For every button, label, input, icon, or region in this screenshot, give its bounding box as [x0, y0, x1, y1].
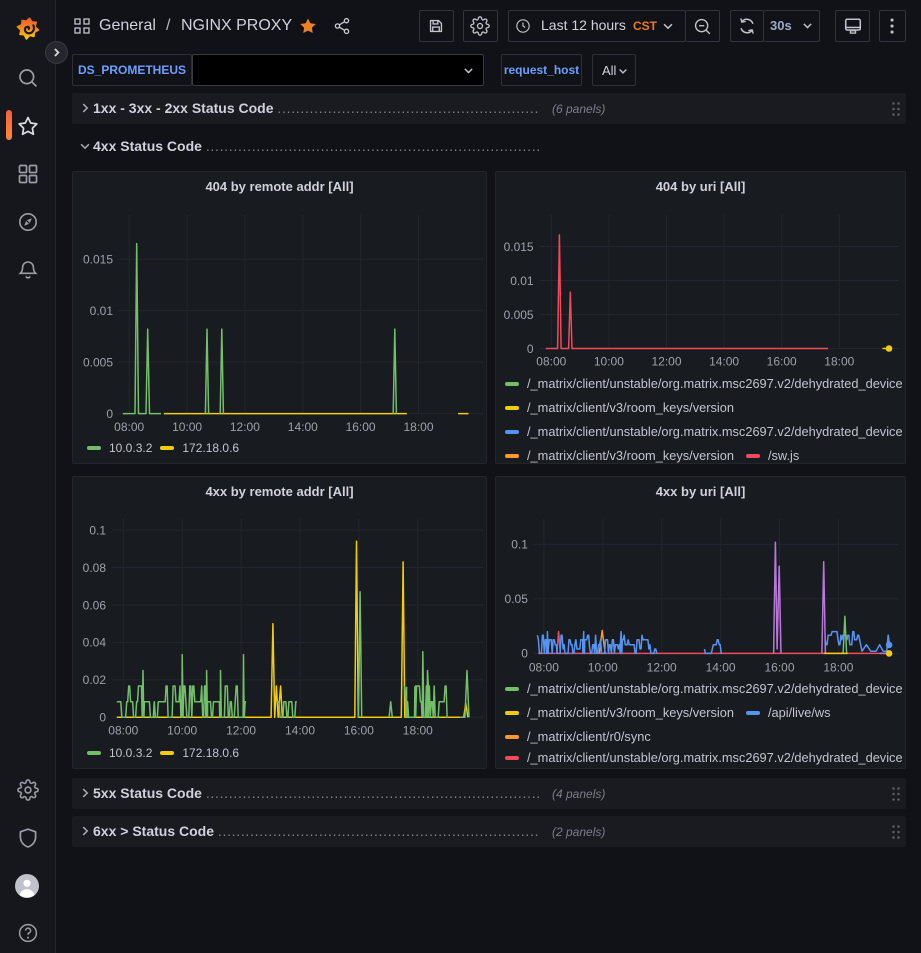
svg-text:12:00: 12:00 — [226, 723, 256, 737]
svg-text:0.04: 0.04 — [83, 636, 107, 650]
svg-text:10:00: 10:00 — [172, 420, 202, 434]
svg-text:0.005: 0.005 — [83, 355, 113, 369]
svg-text:18:00: 18:00 — [403, 723, 433, 737]
svg-text:12:00: 12:00 — [230, 420, 260, 434]
svg-text:0.06: 0.06 — [83, 598, 107, 612]
svg-text:10:00: 10:00 — [588, 660, 618, 674]
svg-text:0.08: 0.08 — [83, 561, 107, 575]
svg-text:0.1: 0.1 — [511, 538, 528, 552]
svg-text:0.005: 0.005 — [504, 308, 534, 322]
svg-text:16:00: 16:00 — [344, 723, 374, 737]
svg-text:08:00: 08:00 — [114, 420, 144, 434]
svg-text:10:00: 10:00 — [167, 723, 197, 737]
svg-text:0.05: 0.05 — [505, 592, 529, 606]
svg-text:0.01: 0.01 — [90, 304, 114, 318]
svg-text:16:00: 16:00 — [764, 660, 794, 674]
svg-text:16:00: 16:00 — [767, 354, 797, 368]
svg-text:08:00: 08:00 — [529, 660, 559, 674]
svg-text:0.02: 0.02 — [83, 673, 107, 687]
svg-text:18:00: 18:00 — [823, 660, 853, 674]
svg-text:18:00: 18:00 — [403, 420, 433, 434]
svg-text:14:00: 14:00 — [285, 723, 315, 737]
svg-text:08:00: 08:00 — [536, 354, 566, 368]
svg-text:16:00: 16:00 — [346, 420, 376, 434]
svg-text:0.01: 0.01 — [510, 274, 534, 288]
svg-text:12:00: 12:00 — [647, 660, 677, 674]
svg-text:0: 0 — [521, 647, 528, 661]
svg-text:14:00: 14:00 — [288, 420, 318, 434]
svg-text:12:00: 12:00 — [651, 354, 681, 368]
svg-text:0: 0 — [99, 711, 106, 725]
svg-text:0.015: 0.015 — [83, 252, 113, 266]
svg-text:18:00: 18:00 — [824, 354, 854, 368]
svg-text:0.015: 0.015 — [504, 240, 534, 254]
svg-text:0: 0 — [527, 342, 534, 356]
svg-text:0.1: 0.1 — [89, 523, 106, 537]
svg-text:14:00: 14:00 — [709, 354, 739, 368]
svg-text:10:00: 10:00 — [594, 354, 624, 368]
svg-text:0: 0 — [106, 407, 113, 421]
svg-text:14:00: 14:00 — [706, 660, 736, 674]
svg-text:08:00: 08:00 — [108, 723, 138, 737]
